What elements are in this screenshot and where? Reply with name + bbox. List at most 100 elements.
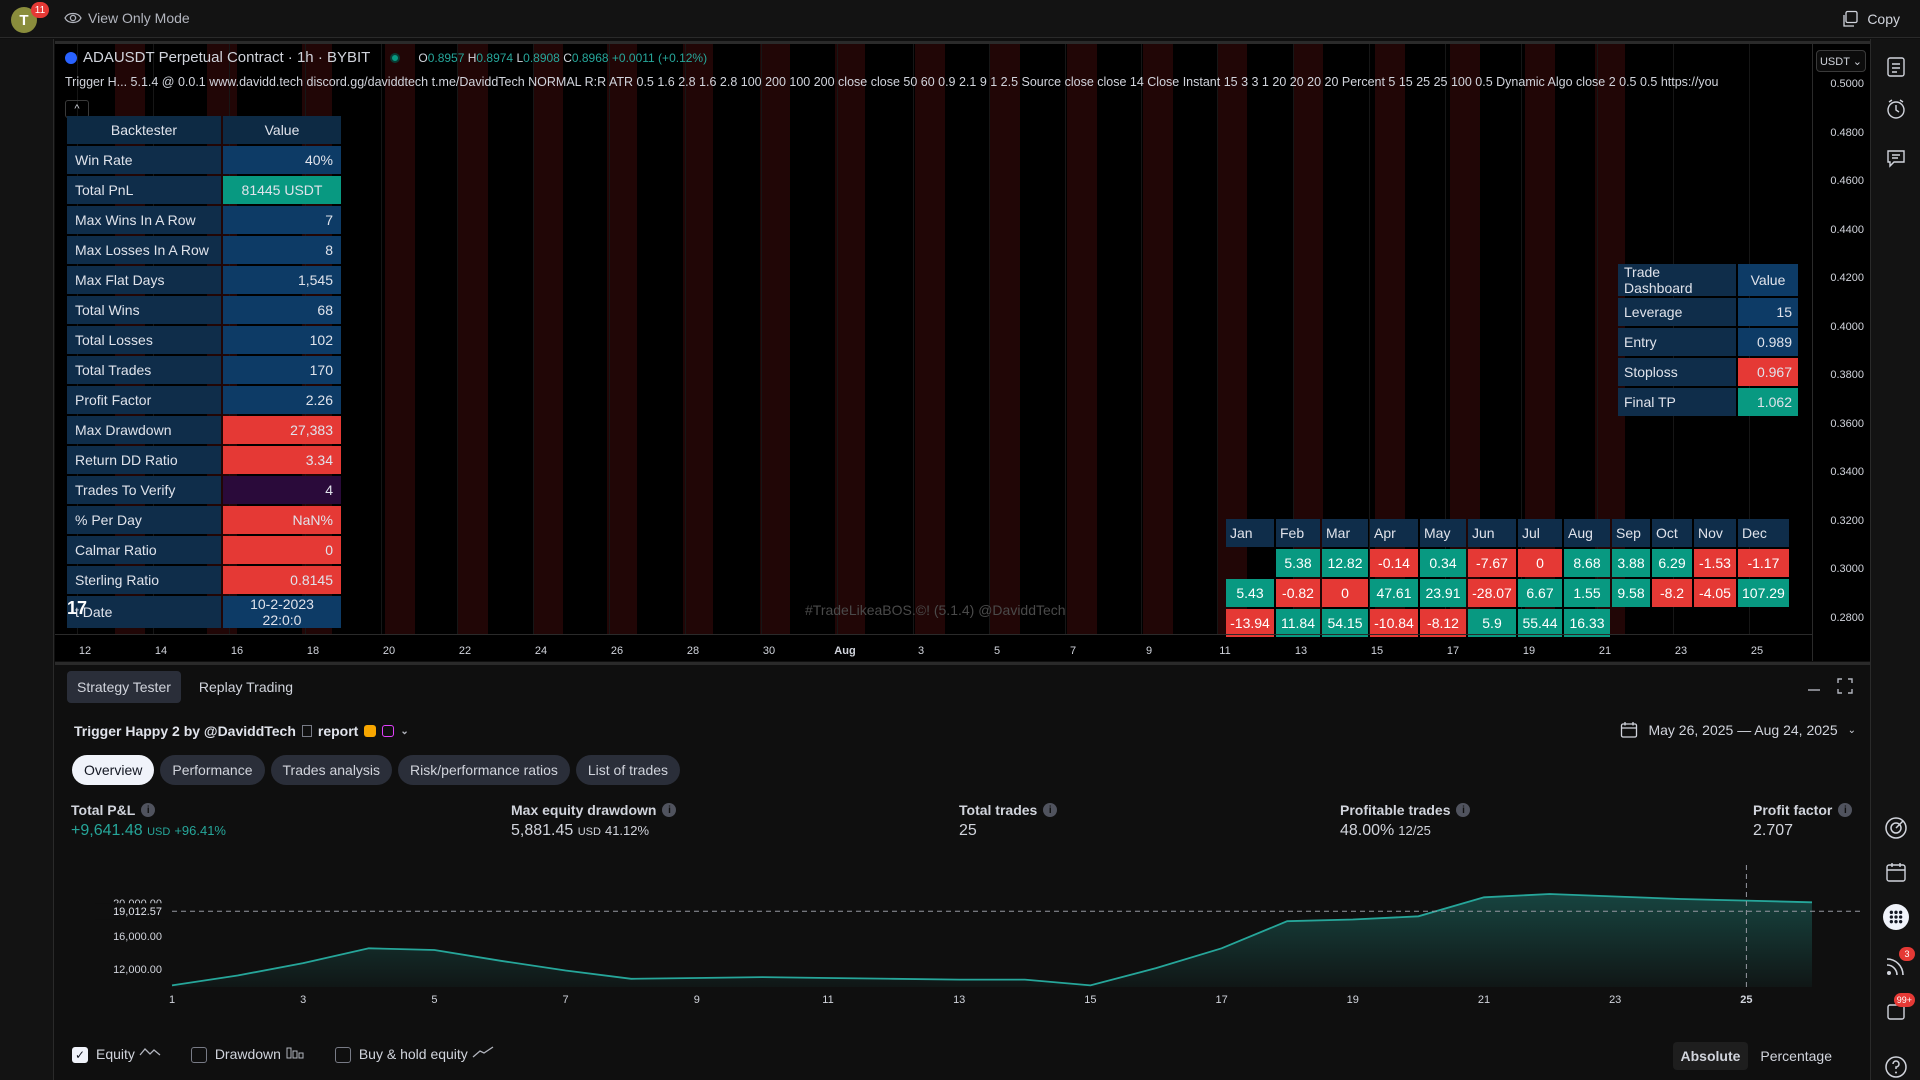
time-tick-label: 9 — [1145, 645, 1153, 657]
info-icon[interactable]: i — [662, 803, 677, 817]
drawdown-value: 5,881.45 — [511, 822, 574, 839]
equity-y-tick: 16,000.00 — [113, 931, 162, 943]
open-label: O — [418, 50, 428, 65]
currency-selector[interactable]: USDT ⌄ — [1816, 50, 1866, 72]
percentage-button[interactable]: Percentage — [1752, 1042, 1840, 1070]
backtester-row: Sterling Ratio 0.8145 — [67, 566, 341, 594]
equity-chart[interactable]: 20,000.0016,000.0012,000.0019,012.571357… — [67, 865, 1867, 1005]
monthly-return-cell — [1652, 609, 1692, 637]
right-toolbar: 3 99+ — [1870, 39, 1920, 1080]
time-axis[interactable]: 12 14 16 18 20 22 24 26 28 30 Aug 3 5 7 9 11 13 15 17 19 21 2… — [55, 634, 1812, 661]
buyhold-line-icon — [472, 1046, 494, 1058]
calendar-range-icon — [1621, 722, 1638, 738]
subtab-performance[interactable]: Performance — [160, 755, 265, 785]
monthly-return-cell: 0.34 — [1420, 549, 1466, 577]
info-icon[interactable]: i — [141, 803, 156, 817]
trades-label: Total trades — [959, 802, 1038, 818]
chat-icon[interactable] — [1883, 145, 1909, 171]
drawdown-toggle[interactable]: Drawdown — [190, 1045, 305, 1064]
backtester-row: Max Wins In A Row 7 — [67, 206, 341, 234]
buyhold-toggle[interactable]: Buy & hold equity — [334, 1045, 494, 1064]
price-tick-label: 0.4800 — [1830, 126, 1864, 139]
info-icon[interactable]: i — [1838, 803, 1853, 817]
monthly-return-cell: -28.07 — [1468, 579, 1516, 607]
subtab-risk-ratios[interactable]: Risk/performance ratios — [398, 755, 570, 785]
subtab-list-of-trades[interactable]: List of trades — [575, 755, 681, 785]
notifications-badge: 99+ — [1893, 993, 1915, 1007]
calendar-icon[interactable] — [1883, 859, 1909, 885]
subtab-overview[interactable]: Overview — [72, 755, 155, 785]
indicator-legend[interactable]: Trigger H... 5.1.4 @ 0.0.1 www.davidd.te… — [65, 75, 1810, 89]
backtester-metric-value: 0 — [223, 536, 341, 564]
close-label: C — [563, 50, 572, 65]
equity-x-tick: 19 — [1347, 994, 1359, 1005]
equity-x-tick: 9 — [694, 994, 700, 1005]
watchlist-icon[interactable] — [1883, 54, 1909, 80]
tab-strategy-tester[interactable]: Strategy Tester — [67, 671, 181, 703]
price-tick-label: 0.4200 — [1830, 272, 1864, 284]
time-tick-label: 30 — [762, 645, 776, 657]
monthly-return-cell: 107.29 — [1738, 579, 1789, 607]
price-axis[interactable]: USDT ⌄ 0.5000 0.4800 0.4600 0.4400 0.4200 0.4… — [1812, 44, 1870, 661]
time-tick-label: 20 — [382, 645, 396, 657]
notifications-icon[interactable]: 99+ — [1883, 993, 1915, 1025]
month-header: Oct — [1652, 519, 1692, 547]
feed-icon[interactable]: 3 — [1883, 947, 1915, 979]
feed-badge: 3 — [1899, 947, 1915, 961]
monthly-return-cell: 3.88 — [1612, 549, 1650, 577]
monthly-return-cell: 1.55 — [1564, 579, 1610, 607]
target-icon[interactable] — [1883, 815, 1909, 841]
trade-dashboard-value: 0.967 — [1738, 358, 1798, 386]
session-band — [458, 44, 488, 634]
backtester-metric-label: t Date — [67, 596, 221, 628]
info-icon[interactable]: i — [1043, 803, 1058, 817]
month-header: Aug — [1564, 519, 1610, 547]
subtab-trades-analysis[interactable]: Trades analysis — [270, 755, 393, 785]
backtester-metric-label: Trades To Verify — [67, 476, 221, 504]
copy-label: Copy — [1867, 11, 1900, 27]
strategy-title[interactable]: Trigger Happy 2 by @DaviddTech report ⌄ — [74, 723, 409, 739]
backtester-metric-value: NaN% — [223, 506, 341, 534]
price-chart[interactable]: ADAUSDT Perpetual Contract · 1h · BYBIT … — [55, 41, 1870, 661]
maximize-icon[interactable] — [1836, 677, 1854, 695]
absolute-button[interactable]: Absolute — [1672, 1042, 1749, 1070]
session-band — [683, 44, 713, 634]
pf-value: 2.707 — [1753, 822, 1794, 839]
checkbox-icon — [334, 1047, 351, 1064]
monthly-return-cell — [1738, 609, 1789, 637]
trade-dashboard-label: Final TP — [1618, 388, 1736, 416]
time-tick-label: 24 — [534, 645, 548, 657]
grid-line — [989, 44, 990, 634]
drawdown-legend-label: Drawdown — [214, 1046, 281, 1062]
report-label: report — [317, 723, 359, 739]
trade-dashboard-row: Entry 0.989 — [1618, 328, 1798, 356]
grid-line — [1065, 44, 1066, 634]
time-tick-label: 12 — [78, 645, 92, 657]
price-tick-label: 0.3000 — [1830, 563, 1864, 575]
backtester-metric-value: 102 — [223, 326, 341, 354]
tab-replay-trading[interactable]: Replay Trading — [189, 671, 303, 703]
pnl-unit: USD — [147, 826, 171, 838]
panel-tabs: Strategy Tester Replay Trading — [67, 671, 303, 703]
trades-value: 25 — [959, 822, 977, 839]
monthly-return-cell: 12.82 — [1322, 549, 1368, 577]
date-range-selector[interactable]: May 26, 2025 — Aug 24, 2025 ⌄ — [1620, 721, 1856, 739]
session-band — [760, 44, 790, 634]
info-icon[interactable]: i — [1456, 803, 1471, 817]
help-icon[interactable] — [1883, 1054, 1909, 1080]
trade-dashboard-label: Stoploss — [1618, 358, 1736, 386]
monthly-return-cell — [1612, 609, 1650, 637]
equity-toggle[interactable]: ✓ Equity — [72, 1045, 161, 1064]
backtester-row: Total Wins 68 — [67, 296, 341, 324]
equity-x-tick: 11 — [822, 994, 833, 1005]
grid-line — [609, 44, 610, 634]
alerts-clock-icon[interactable] — [1883, 96, 1909, 122]
tradingview-logo[interactable]: 17 — [67, 598, 87, 619]
apps-grid-icon[interactable] — [1883, 904, 1909, 930]
symbol-title[interactable]: ADAUSDT Perpetual Contract · 1h · BYBIT — [83, 49, 370, 66]
equity-label: Equity — [96, 1046, 135, 1062]
time-tick-label: 16 — [230, 645, 244, 657]
minimize-icon[interactable] — [1806, 677, 1824, 695]
price-tick-label: 0.4600 — [1830, 175, 1864, 187]
copy-button[interactable]: Copy — [1841, 10, 1900, 28]
